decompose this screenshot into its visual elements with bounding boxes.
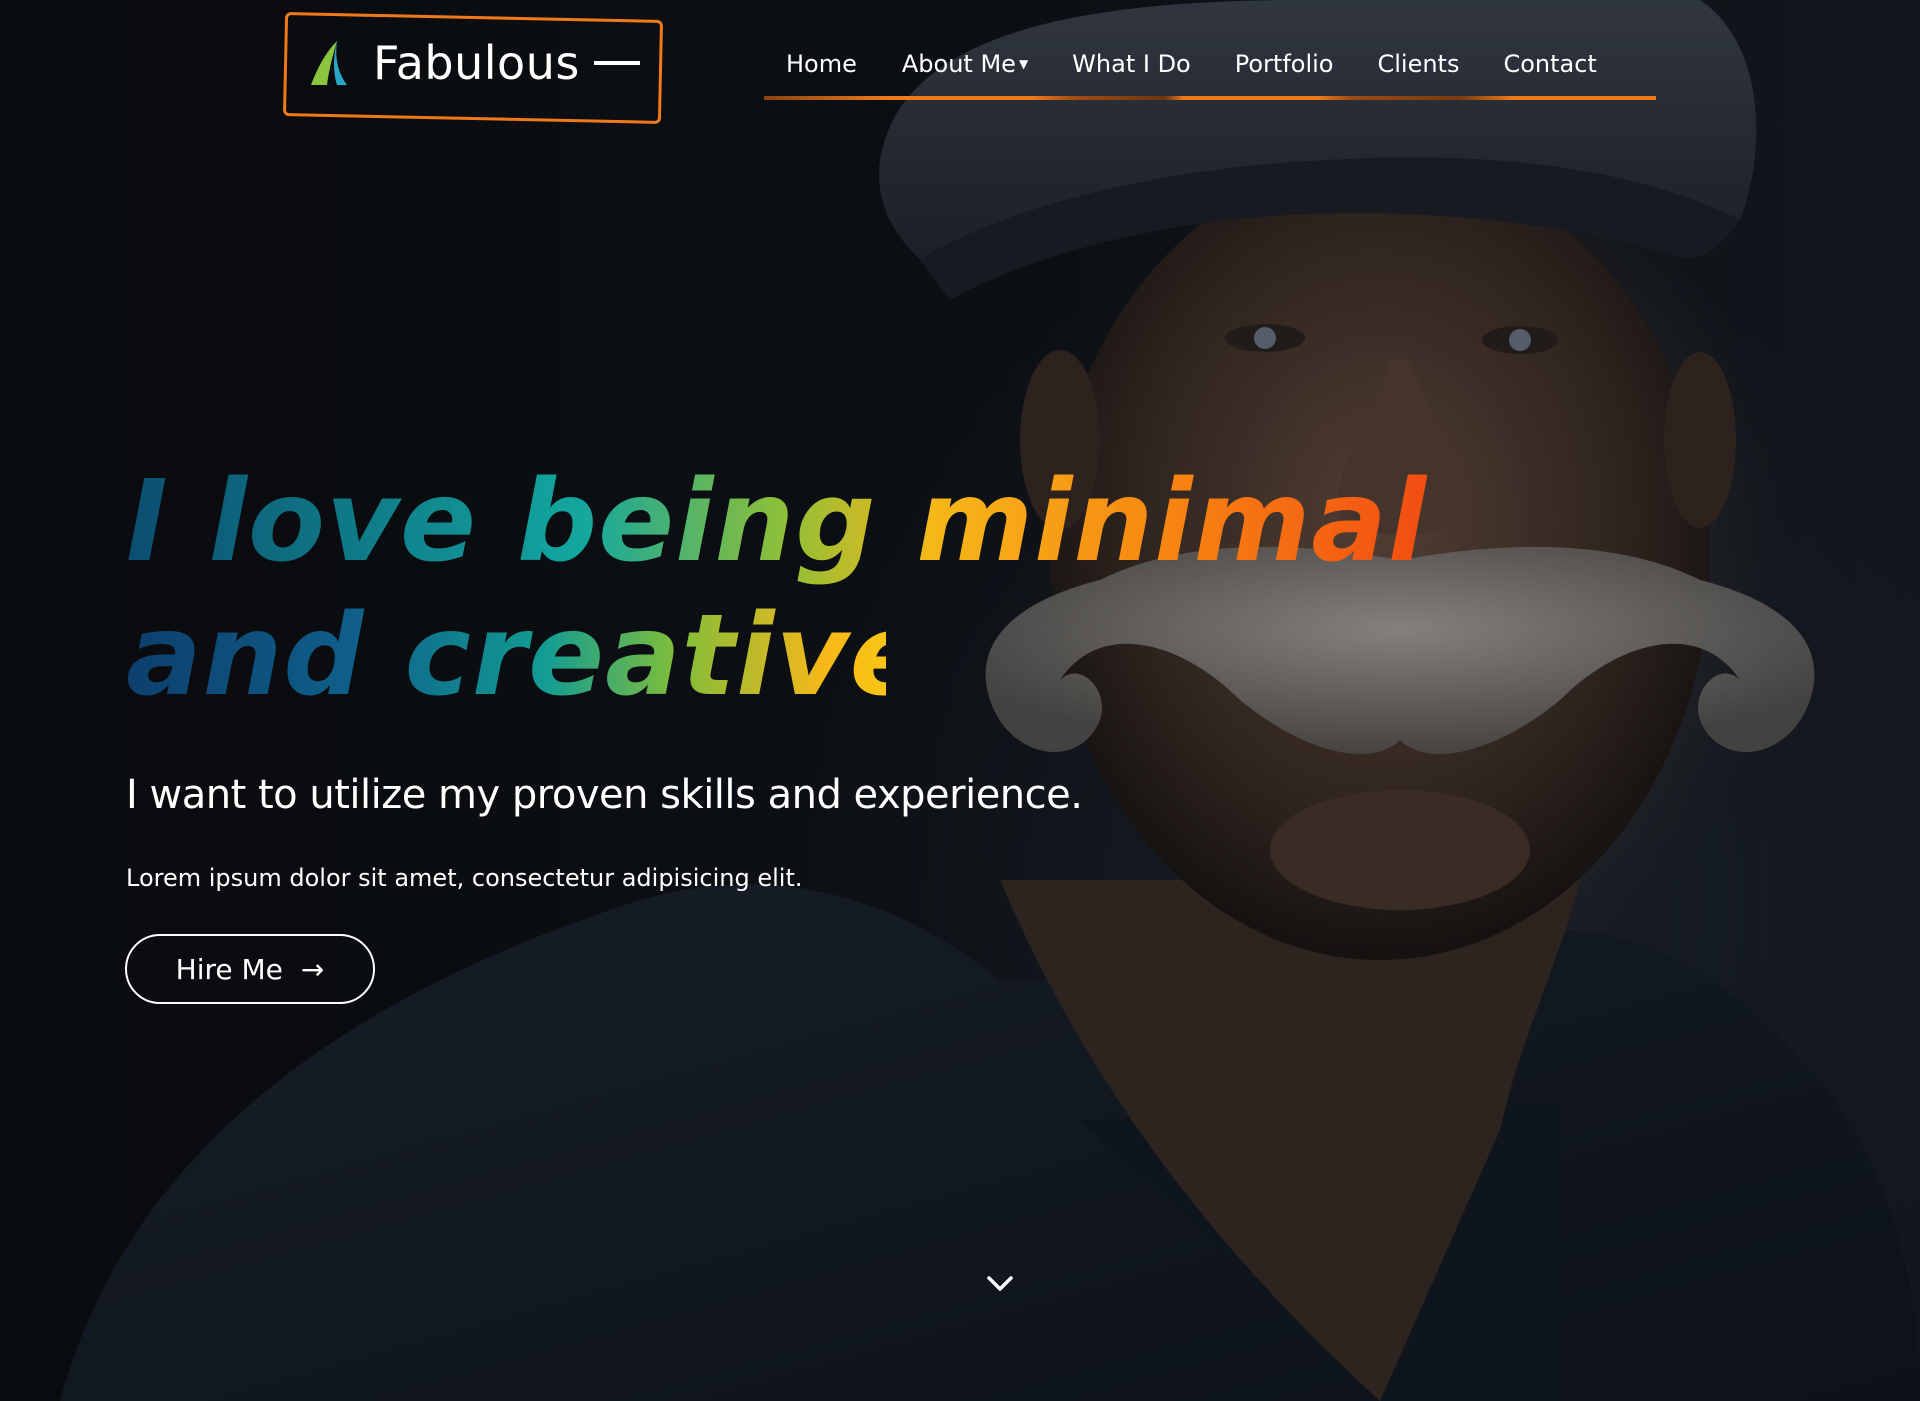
nav-item-home[interactable]: Home <box>786 50 857 78</box>
nav-item-what-i-do[interactable]: What I Do <box>1072 50 1191 78</box>
logo-dash <box>593 61 640 65</box>
leaf-a-logo-icon <box>311 41 347 85</box>
nav-item-label: Home <box>786 50 857 78</box>
nav-item-contact[interactable]: Contact <box>1503 50 1596 78</box>
hero-subtitle: I want to utilize my proven skills and e… <box>126 772 1083 818</box>
brand-logo-link[interactable]: Fabulous <box>307 36 640 90</box>
hero-headline-line2: and creative <box>126 591 927 721</box>
brand-name: Fabulous <box>373 36 580 90</box>
hero-headline-line1: I love being minimal <box>126 457 1428 587</box>
hero-lead: Lorem ipsum dolor sit amet, consectetur … <box>126 864 803 892</box>
hire-me-button[interactable]: Hire Me → <box>125 934 375 1004</box>
nav-item-about-me[interactable]: About Me ▼ <box>902 50 1028 78</box>
caret-down-icon: ▼ <box>1018 57 1029 71</box>
arrow-right-icon: → <box>300 952 325 986</box>
nav-item-clients[interactable]: Clients <box>1377 50 1459 78</box>
nav-underline <box>764 96 1656 100</box>
nav-item-label: Contact <box>1503 50 1597 78</box>
nav-item-portfolio[interactable]: Portfolio <box>1235 50 1334 78</box>
hero-headline: I love being minimal and creative <box>126 455 1427 723</box>
hire-me-label: Hire Me <box>175 952 283 986</box>
nav-item-label: About Me <box>901 50 1016 78</box>
main-nav: Home About Me ▼ What I Do Portfolio Clien… <box>764 50 1656 106</box>
chevron-down-icon[interactable] <box>984 1270 1016 1298</box>
nav-items: Home About Me ▼ What I Do Portfolio Clien… <box>764 50 1656 78</box>
nav-item-label: Clients <box>1377 50 1460 78</box>
nav-item-label: Portfolio <box>1234 50 1334 78</box>
hero-page: Fabulous Home About Me ▼ What I Do Portfo… <box>0 0 1920 1401</box>
nav-item-label: What I Do <box>1072 50 1191 78</box>
